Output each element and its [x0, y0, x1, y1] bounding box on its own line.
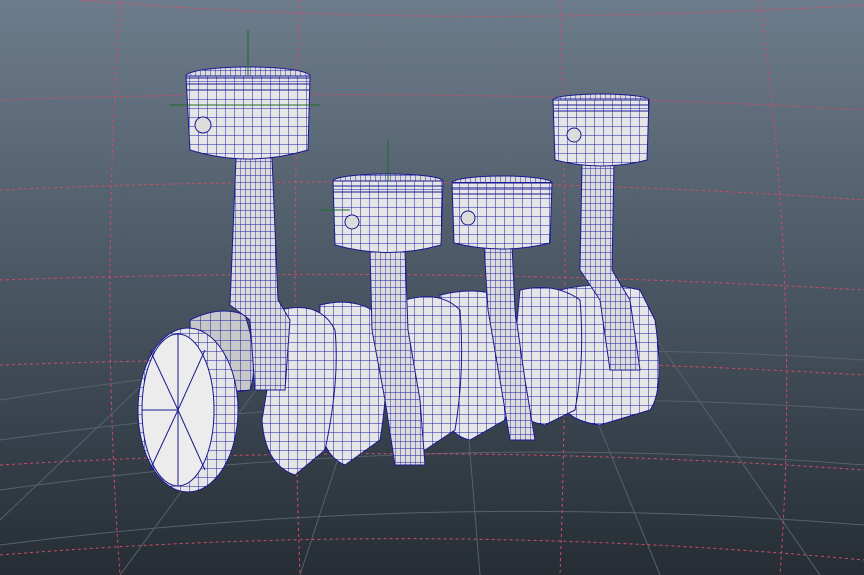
viewport-background [0, 0, 864, 575]
3d-viewport[interactable] [0, 0, 864, 575]
viewport-canvas[interactable] [0, 0, 864, 575]
piston-pin [344, 214, 360, 230]
piston-pin [194, 116, 212, 134]
piston-pin [566, 127, 582, 143]
piston-4[interactable] [552, 93, 650, 167]
piston-3[interactable] [451, 175, 553, 250]
piston-pin [460, 210, 476, 226]
